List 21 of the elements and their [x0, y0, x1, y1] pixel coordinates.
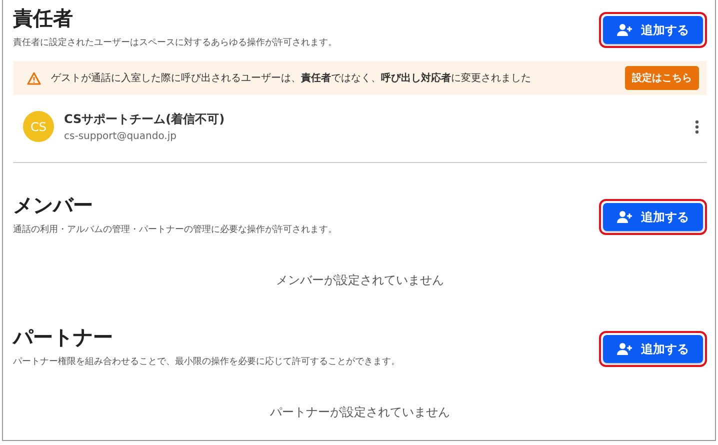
avatar: CS [23, 111, 54, 142]
add-user-icon [617, 343, 633, 355]
empty-message: パートナーが設定されていません [269, 404, 451, 421]
add-button[interactable]: 追加する [603, 16, 703, 44]
add-button[interactable]: 追加する [603, 335, 703, 363]
notice-text: ゲストが通話に入室した際に呼び出されるユーザーは、責任者ではなく、呼び出し対応者に変更されました [51, 71, 532, 85]
add-user-icon [617, 24, 633, 36]
section-description: 通話の利用・アルバムの管理・パートナーの管理に必要な操作が許可されます。 [13, 224, 337, 236]
user-email: cs-support@quando.jp [64, 131, 178, 142]
user-name: CSサポートチーム(着信不可) [64, 111, 226, 128]
section-title: パートナー [13, 324, 114, 351]
settings-button[interactable]: 設定はこちら [625, 66, 699, 90]
section-title: メンバー [13, 192, 94, 219]
empty-message: メンバーが設定されていません [275, 272, 445, 289]
warning-icon [27, 72, 41, 84]
section-title: 責任者 [13, 5, 74, 32]
add-user-icon [617, 211, 633, 223]
more-icon[interactable] [695, 120, 699, 134]
section-description: パートナー権限を組み合わせることで、最小限の操作を必要に応じて許可することができます。 [13, 356, 400, 368]
section-description: 責任者に設定されたユーザーはスペースに対するあらゆる操作が許可されます。 [13, 36, 337, 49]
add-button[interactable]: 追加する [603, 203, 703, 231]
